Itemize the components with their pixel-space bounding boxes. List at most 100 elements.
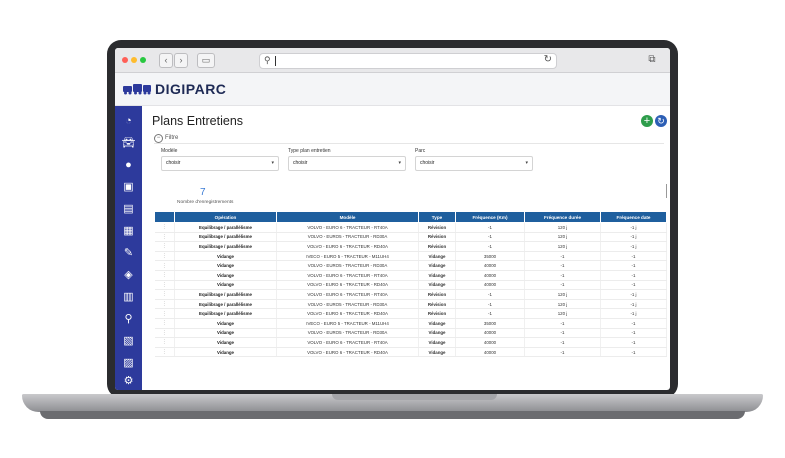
row-drag-handle-icon[interactable]: ⋮: [154, 328, 175, 339]
table-row[interactable]: ⋮ Vidange IVECO - EURO 5 - TRACTEUR - M11U…: [154, 251, 667, 262]
cell-modele: VOLVO - EURO 6 - TRACTEUR - RD40A: [276, 280, 419, 291]
sidebar-item-locations[interactable]: ⚲: [115, 310, 142, 328]
cell-operation: Equilibrage / parallélisme: [174, 308, 277, 319]
row-drag-handle-icon[interactable]: ⋮: [154, 251, 175, 262]
cell-frequence-km: -1: [455, 289, 525, 300]
cell-frequence-duree: 120 j: [524, 299, 601, 310]
close-window-icon[interactable]: [122, 57, 128, 63]
cell-frequence-date: -1: [600, 318, 667, 329]
table-row[interactable]: ⋮ Vidange VOLVO - EURO 6 - TRACTEUR - RT40…: [154, 270, 667, 281]
parc-select[interactable]: choisir ▾: [415, 156, 533, 171]
cell-frequence-km: 40000: [455, 270, 525, 281]
plus-icon: +: [643, 115, 651, 127]
column-header-type[interactable]: Type: [418, 211, 456, 223]
modele-select[interactable]: choisir ▾: [161, 156, 279, 171]
cell-operation: Vidange: [174, 270, 277, 281]
refresh-icon: ↻: [657, 116, 665, 126]
scrollbar[interactable]: [666, 184, 667, 198]
cell-operation: Equilibrage / parallélisme: [174, 232, 277, 243]
forward-button[interactable]: ›: [174, 53, 188, 68]
table-row[interactable]: ⋮ Equilibrage / parallélisme VOLVO - EURO5…: [154, 299, 667, 310]
column-header-drag: [154, 211, 175, 223]
cell-modele: VOLVO - EURO 6 - TRACTEUR - RT40A: [276, 337, 419, 348]
sidebar-item-dashboard[interactable]: ◔: [115, 112, 142, 130]
sidebar-item-users[interactable]: ●: [115, 156, 142, 174]
maximize-window-icon[interactable]: [140, 57, 146, 63]
record-count: 7: [200, 187, 206, 198]
cell-frequence-duree: 120 j: [524, 289, 601, 300]
sidebar-toggle-icon[interactable]: ▭: [197, 53, 215, 68]
cell-type: Révision: [418, 232, 456, 243]
filter-toggle[interactable]: − Filtre: [154, 134, 178, 143]
sidebar-item-fleet[interactable]: ▣: [115, 178, 142, 196]
table-row[interactable]: ⋮ Vidange VOLVO - EURO 6 - TRACTEUR - RD40…: [154, 280, 667, 291]
row-drag-handle-icon[interactable]: ⋮: [154, 270, 175, 281]
row-drag-handle-icon[interactable]: ⋮: [154, 308, 175, 319]
cell-operation: Equilibrage / parallélisme: [174, 299, 277, 310]
row-drag-handle-icon[interactable]: ⋮: [154, 299, 175, 310]
sidebar-item-sites[interactable]: ▥: [115, 288, 142, 306]
filter-label-type-plan: Type plan entretien: [288, 148, 331, 154]
back-button[interactable]: ‹: [159, 53, 173, 68]
row-drag-handle-icon[interactable]: ⋮: [154, 337, 175, 348]
add-button[interactable]: +: [641, 115, 653, 127]
cell-frequence-date: -1 j: [600, 232, 667, 243]
cell-frequence-km: -1: [455, 308, 525, 319]
row-drag-handle-icon[interactable]: ⋮: [154, 280, 175, 291]
wrench-icon: ✎: [123, 247, 134, 259]
refresh-button[interactable]: ↻: [655, 115, 667, 127]
brand-logo[interactable]: DIGIPARC: [155, 81, 226, 97]
sidebar-item-fuel[interactable]: ▦: [115, 222, 142, 240]
truck-icon: ▣: [123, 181, 134, 193]
row-drag-handle-icon[interactable]: ⋮: [154, 232, 175, 243]
type-plan-select[interactable]: choisir ▾: [288, 156, 406, 171]
sidebar: ◔ 🚘︎ ● ▣ ▤ ▦ ✎ ◈ ▥ ⚲ ▧ ▨ ⚙: [115, 106, 142, 390]
column-header-modele[interactable]: Modèle: [276, 211, 419, 223]
cell-frequence-date: -1 j: [600, 222, 667, 233]
row-drag-handle-icon[interactable]: ⋮: [154, 260, 175, 271]
sidebar-item-layers[interactable]: ◈: [115, 266, 142, 284]
column-header-frequence-date[interactable]: Fréquence date: [600, 211, 667, 223]
column-header-frequence-km[interactable]: Fréquence (Km): [455, 211, 525, 223]
cell-type: Vidange: [418, 260, 456, 271]
column-header-operation[interactable]: Opération: [174, 211, 277, 223]
sidebar-item-notes[interactable]: ▨: [115, 354, 142, 372]
cell-frequence-duree: 120 j: [524, 222, 601, 233]
address-bar[interactable]: ⚲ ↻: [259, 53, 557, 69]
sidebar-item-documents[interactable]: ▤: [115, 200, 142, 218]
type-plan-select-value: choisir: [293, 160, 308, 166]
reload-icon[interactable]: ↻: [544, 54, 552, 65]
sidebar-item-maintenance[interactable]: ✎: [115, 244, 142, 262]
table-row[interactable]: ⋮ Vidange VOLVO - EURO 6 - TRACTEUR - RD40…: [154, 347, 667, 358]
cell-frequence-km: 40000: [455, 328, 525, 339]
table-row[interactable]: ⋮ Equilibrage / parallélisme VOLVO - EURO …: [154, 222, 667, 233]
cell-type: Vidange: [418, 337, 456, 348]
table-row[interactable]: ⋮ Vidange VOLVO - EURO5 - TRACTEUR - RD30A…: [154, 260, 667, 271]
cell-modele: VOLVO - EURO5 - TRACTEUR - RD30A: [276, 328, 419, 339]
cell-frequence-km: 40000: [455, 337, 525, 348]
table-row[interactable]: ⋮ Vidange IVECO - EURO 5 - TRACTEUR - M11U…: [154, 318, 667, 329]
cell-frequence-date: -1: [600, 260, 667, 271]
cell-frequence-km: 35000: [455, 251, 525, 262]
row-drag-handle-icon[interactable]: ⋮: [154, 318, 175, 329]
row-drag-handle-icon[interactable]: ⋮: [154, 222, 175, 233]
cell-operation: Vidange: [174, 318, 277, 329]
tabs-overview-icon[interactable]: ⧉: [645, 53, 659, 67]
sidebar-item-settings[interactable]: ⚙: [115, 372, 142, 390]
cell-frequence-duree: -1: [524, 251, 601, 262]
table-row[interactable]: ⋮ Vidange VOLVO - EURO5 - TRACTEUR - RD30A…: [154, 328, 667, 339]
sidebar-item-vehicles[interactable]: 🚘︎: [115, 134, 142, 152]
row-drag-handle-icon[interactable]: ⋮: [154, 241, 175, 252]
row-drag-handle-icon[interactable]: ⋮: [154, 347, 175, 358]
table-row[interactable]: ⋮ Equilibrage / parallélisme VOLVO - EURO …: [154, 289, 667, 300]
table-row[interactable]: ⋮ Equilibrage / parallélisme VOLVO - EURO5…: [154, 232, 667, 243]
table-row[interactable]: ⋮ Equilibrage / parallélisme VOLVO - EURO …: [154, 241, 667, 252]
column-header-frequence-duree[interactable]: Fréquence durée: [524, 211, 601, 223]
row-drag-handle-icon[interactable]: ⋮: [154, 289, 175, 300]
cell-type: Vidange: [418, 328, 456, 339]
sidebar-item-garage[interactable]: ▧: [115, 332, 142, 350]
table-row[interactable]: ⋮ Equilibrage / parallélisme VOLVO - EURO …: [154, 308, 667, 319]
minimize-window-icon[interactable]: [131, 57, 137, 63]
main-content: Plans Entretiens + ↻ − Filtre Modèle choi…: [142, 106, 670, 390]
table-row[interactable]: ⋮ Vidange VOLVO - EURO 6 - TRACTEUR - RT40…: [154, 337, 667, 348]
